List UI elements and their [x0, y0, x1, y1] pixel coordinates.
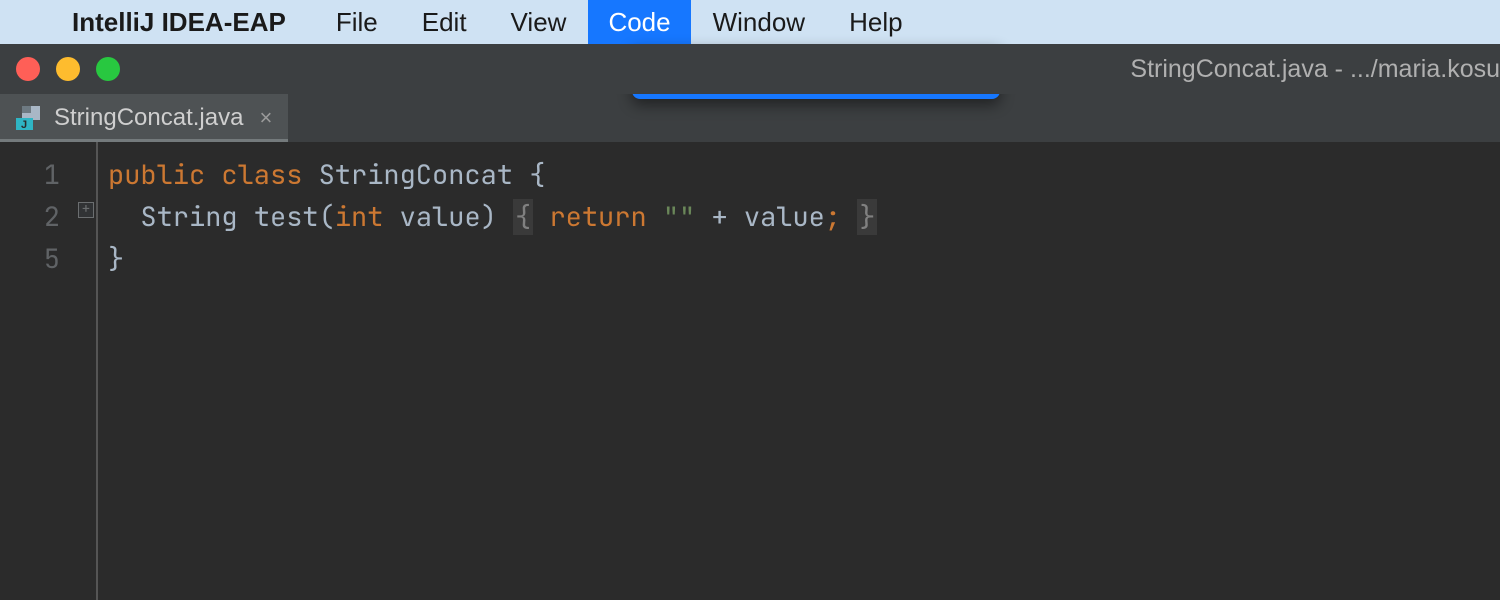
code-editor[interactable]: 1 2 5 + public class StringConcat { Stri… — [0, 142, 1500, 600]
code-area[interactable]: public class StringConcat { String test(… — [78, 142, 877, 600]
brace: } — [108, 241, 124, 277]
string-literal: "" — [663, 199, 695, 235]
line-number: 1 — [0, 154, 60, 196]
class-name: StringConcat — [319, 157, 513, 193]
line-number: 5 — [0, 238, 60, 280]
type-string: String — [140, 199, 237, 235]
menu-edit[interactable]: Edit — [422, 7, 467, 38]
app-name[interactable]: IntelliJ IDEA-EAP — [72, 7, 286, 38]
indent — [108, 199, 140, 235]
keyword-int: int — [335, 199, 384, 235]
param-name: value — [400, 199, 481, 235]
tab-close-icon[interactable]: × — [259, 105, 272, 131]
java-file-icon: J — [16, 106, 44, 130]
paren: ) — [481, 199, 497, 235]
keyword-return: return — [549, 199, 646, 235]
keyword-class: class — [221, 157, 302, 193]
tab-filename: StringConcat.java — [54, 104, 243, 132]
window-maximize-button[interactable] — [96, 57, 120, 81]
semicolon: ; — [825, 199, 841, 235]
operator-plus: + — [711, 199, 727, 235]
editor-tabbar: J StringConcat.java × — [0, 94, 1500, 142]
menu-view[interactable]: View — [511, 7, 567, 38]
menu-help[interactable]: Help — [849, 7, 902, 38]
brace: { — [529, 157, 545, 193]
window-close-button[interactable] — [16, 57, 40, 81]
method-name: test — [254, 199, 319, 235]
menu-code[interactable]: Code — [588, 0, 690, 44]
paren: ( — [319, 199, 335, 235]
window-minimize-button[interactable] — [56, 57, 80, 81]
window-title: StringConcat.java - .../maria.kosu — [1130, 44, 1500, 94]
identifier-value: value — [744, 199, 825, 235]
keyword-public: public — [108, 157, 205, 193]
brace-dim: } — [857, 199, 877, 235]
menu-window[interactable]: Window — [713, 7, 805, 38]
svg-text:J: J — [21, 119, 27, 130]
brace-dim: { — [513, 199, 533, 235]
menu-file[interactable]: File — [336, 7, 378, 38]
editor-tab[interactable]: J StringConcat.java × — [0, 94, 288, 142]
window-titlebar: StringConcat.java - .../maria.kosu — [0, 44, 1500, 94]
gutter-divider — [96, 142, 98, 600]
gutter: 1 2 5 + — [0, 142, 78, 600]
macos-menubar: IntelliJ IDEA-EAP File Edit View Code Wi… — [0, 0, 1500, 44]
fold-toggle-icon[interactable]: + — [78, 202, 94, 218]
traffic-lights — [16, 57, 120, 81]
line-number: 2 — [0, 196, 60, 238]
